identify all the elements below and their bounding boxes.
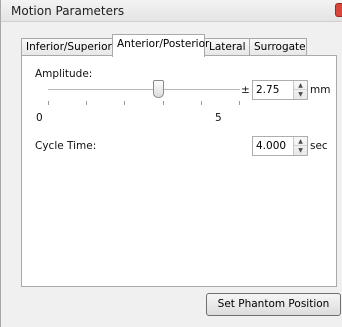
motion-parameters-window: Motion Parameters Inferior/Superior Ante… [0,0,342,327]
window-title: Motion Parameters [11,4,125,18]
amplitude-slider-thumb[interactable] [153,80,165,98]
chevron-up-icon[interactable]: ▲ [294,81,307,90]
cycle-time-spinbox[interactable]: 4.000 ▲ ▼ [252,136,308,156]
tab-lateral[interactable]: Lateral [204,38,250,56]
slider-tick [48,101,49,105]
amplitude-spin-buttons: ▲ ▼ [293,81,307,99]
title-bar: Motion Parameters [1,0,342,22]
slider-tick [201,101,202,105]
amplitude-unit: mm [310,84,331,96]
cycle-time-value[interactable]: 4.000 [256,140,286,152]
slider-tick [86,101,87,105]
slider-min-label: 0 [36,112,43,124]
chevron-down-icon[interactable]: ▼ [294,146,307,155]
slider-tick [124,101,125,105]
cycle-time-label: Cycle Time: [35,140,97,152]
chevron-up-icon[interactable]: ▲ [294,137,307,146]
tab-surrogate[interactable]: Surrogate [249,38,307,56]
cycle-time-spin-buttons: ▲ ▼ [293,137,307,155]
slider-max-label: 5 [215,112,222,124]
chevron-down-icon[interactable]: ▼ [294,90,307,99]
set-phantom-position-button[interactable]: Set Phantom Position [206,293,341,316]
close-icon[interactable] [335,3,342,17]
slider-tick [239,101,240,105]
tab-anterior-posterior[interactable]: Anterior/Posterior [112,34,209,57]
slider-tick [163,101,164,105]
tab-panel: Amplitude: 0 5 ± 2.75 ▲ ▼ mm Cycle Time:… [21,55,337,287]
amplitude-slider-track[interactable] [48,89,240,91]
tab-strip: Inferior/Superior Anterior/Posterior Lat… [21,34,321,57]
amplitude-label: Amplitude: [35,68,93,80]
amplitude-value[interactable]: 2.75 [256,84,279,96]
tab-inferior-superior[interactable]: Inferior/Superior [21,38,113,56]
amplitude-spinbox[interactable]: 2.75 ▲ ▼ [252,80,308,100]
plus-minus-sign: ± [241,84,250,96]
cycle-time-unit: sec [310,140,328,152]
